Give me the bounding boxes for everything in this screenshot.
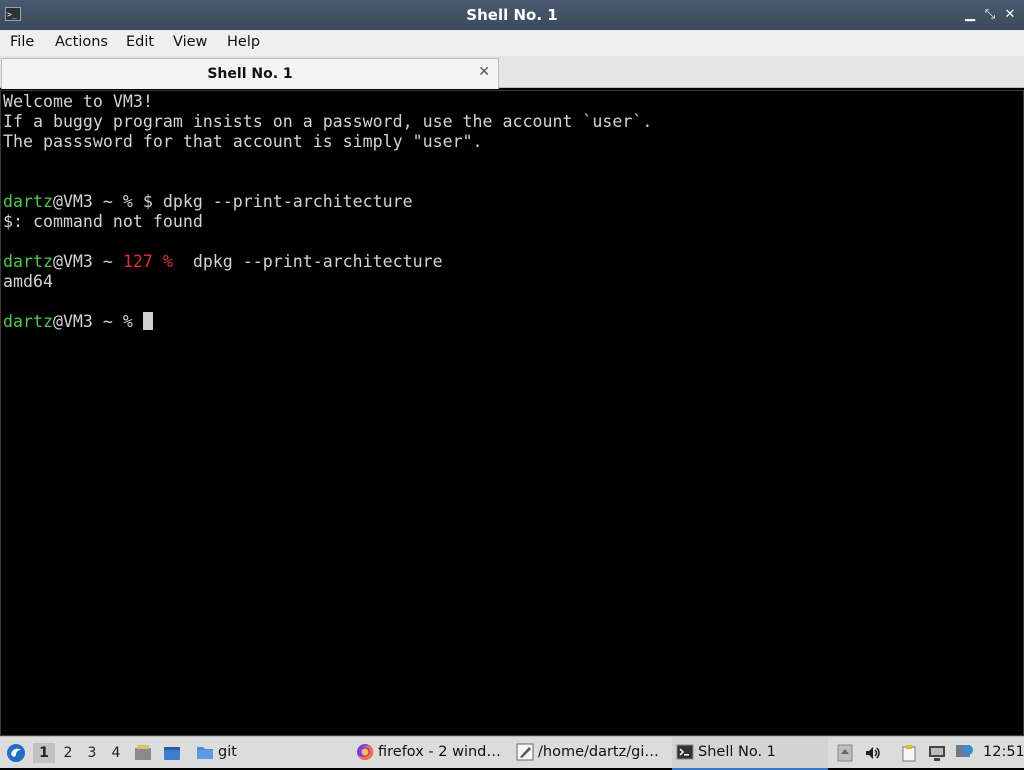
menu-view[interactable]: View <box>173 34 207 50</box>
taskbar: 1 2 3 4 git firefox - 2 wind… /home/dart… <box>0 736 1024 770</box>
terminal-text: $: command not found <box>3 212 203 231</box>
terminal-text: dpkg --print-architecture <box>172 252 443 271</box>
terminal-line: If a buggy program insists on a password… <box>3 112 652 132</box>
terminal-line: Welcome to VM3! <box>3 92 652 112</box>
terminal-view[interactable]: Welcome to VM3! If a buggy program insist… <box>0 90 1024 736</box>
prompt-user: dartz <box>3 192 53 211</box>
workspace-2[interactable]: 2 <box>57 743 79 763</box>
workspace-3[interactable]: 3 <box>81 743 103 763</box>
terminal-line: dartz@VM3 ~ % <box>3 312 652 332</box>
menubar: File Actions Edit View Help <box>0 30 1024 56</box>
window-title: Shell No. 1 <box>466 6 558 24</box>
tab-shell-1[interactable]: Shell No. 1 ✕ <box>1 58 499 89</box>
terminal-line: amd64 <box>3 272 652 292</box>
task-label: /home/dartz/gi… <box>538 744 659 760</box>
terminal-text: @VM3 ~ % $ dpkg --print-architecture <box>52 192 413 211</box>
terminal-line: dartz@VM3 ~ 127 % dpkg --print-architect… <box>3 252 652 272</box>
folder-icon <box>197 747 213 759</box>
menu-edit[interactable]: Edit <box>126 34 154 50</box>
task-text-editor[interactable]: /home/dartz/gi… <box>512 737 664 768</box>
window-titlebar[interactable]: >_ Shell No. 1 ▁ ⤡ ✕ <box>0 0 1024 30</box>
menu-actions[interactable]: Actions <box>55 34 108 50</box>
terminal-line: dartz@VM3 ~ % $ dpkg --print-architectur… <box>3 192 652 212</box>
terminal-line: $: command not found <box>3 212 652 232</box>
workspace-4[interactable]: 4 <box>105 743 127 763</box>
text-editor-icon <box>516 743 534 761</box>
task-firefox[interactable]: firefox - 2 wind… <box>352 737 502 768</box>
update-notifier-icon[interactable] <box>955 744 973 762</box>
close-button[interactable]: ✕ <box>1002 7 1018 23</box>
terminal-text: Welcome to VM3! <box>3 92 153 111</box>
task-label: Shell No. 1 <box>698 744 776 760</box>
prompt-user: dartz <box>3 252 53 271</box>
terminal-line: The passsword for that account is simply… <box>3 132 652 152</box>
start-menu-icon[interactable] <box>6 743 26 763</box>
menu-help[interactable]: Help <box>227 34 260 50</box>
terminal-text: The passsword for that account is simply… <box>3 132 483 151</box>
show-desktop-icon[interactable] <box>134 744 152 762</box>
terminal-text: amd64 <box>3 272 53 291</box>
volume-icon[interactable] <box>864 744 882 762</box>
terminal-text: @VM3 ~ <box>52 252 123 271</box>
workspace-1[interactable]: 1 <box>33 743 55 763</box>
minimize-button[interactable]: ▁ <box>962 7 978 23</box>
quicklaunch-git[interactable]: git <box>192 737 252 768</box>
task-label: git <box>218 744 237 760</box>
clipboard-up-icon[interactable] <box>836 744 854 762</box>
tab-close-icon[interactable]: ✕ <box>478 64 490 80</box>
terminal-cursor <box>142 312 153 330</box>
task-shell[interactable]: Shell No. 1 <box>672 737 828 770</box>
prompt-user: dartz <box>3 312 53 331</box>
task-label: firefox - 2 wind… <box>378 744 501 760</box>
restore-button[interactable]: ⤡ <box>982 7 998 23</box>
tab-bar: Shell No. 1 ✕ <box>0 56 1024 89</box>
menu-file[interactable]: File <box>10 34 34 50</box>
terminal-output: Welcome to VM3! If a buggy program insist… <box>3 92 652 332</box>
clock[interactable]: 12:51 <box>983 744 1024 760</box>
window-list-icon[interactable] <box>163 744 181 762</box>
exit-status: 127 % <box>122 252 173 271</box>
terminal-icon <box>676 744 694 760</box>
terminal-text: If a buggy program insists on a password… <box>3 112 653 131</box>
firefox-icon <box>357 743 374 760</box>
terminal-text: @VM3 ~ % <box>52 312 143 331</box>
tab-label: Shell No. 1 <box>207 66 293 82</box>
network-icon[interactable] <box>928 744 946 762</box>
clipboard-icon[interactable] <box>900 744 918 762</box>
